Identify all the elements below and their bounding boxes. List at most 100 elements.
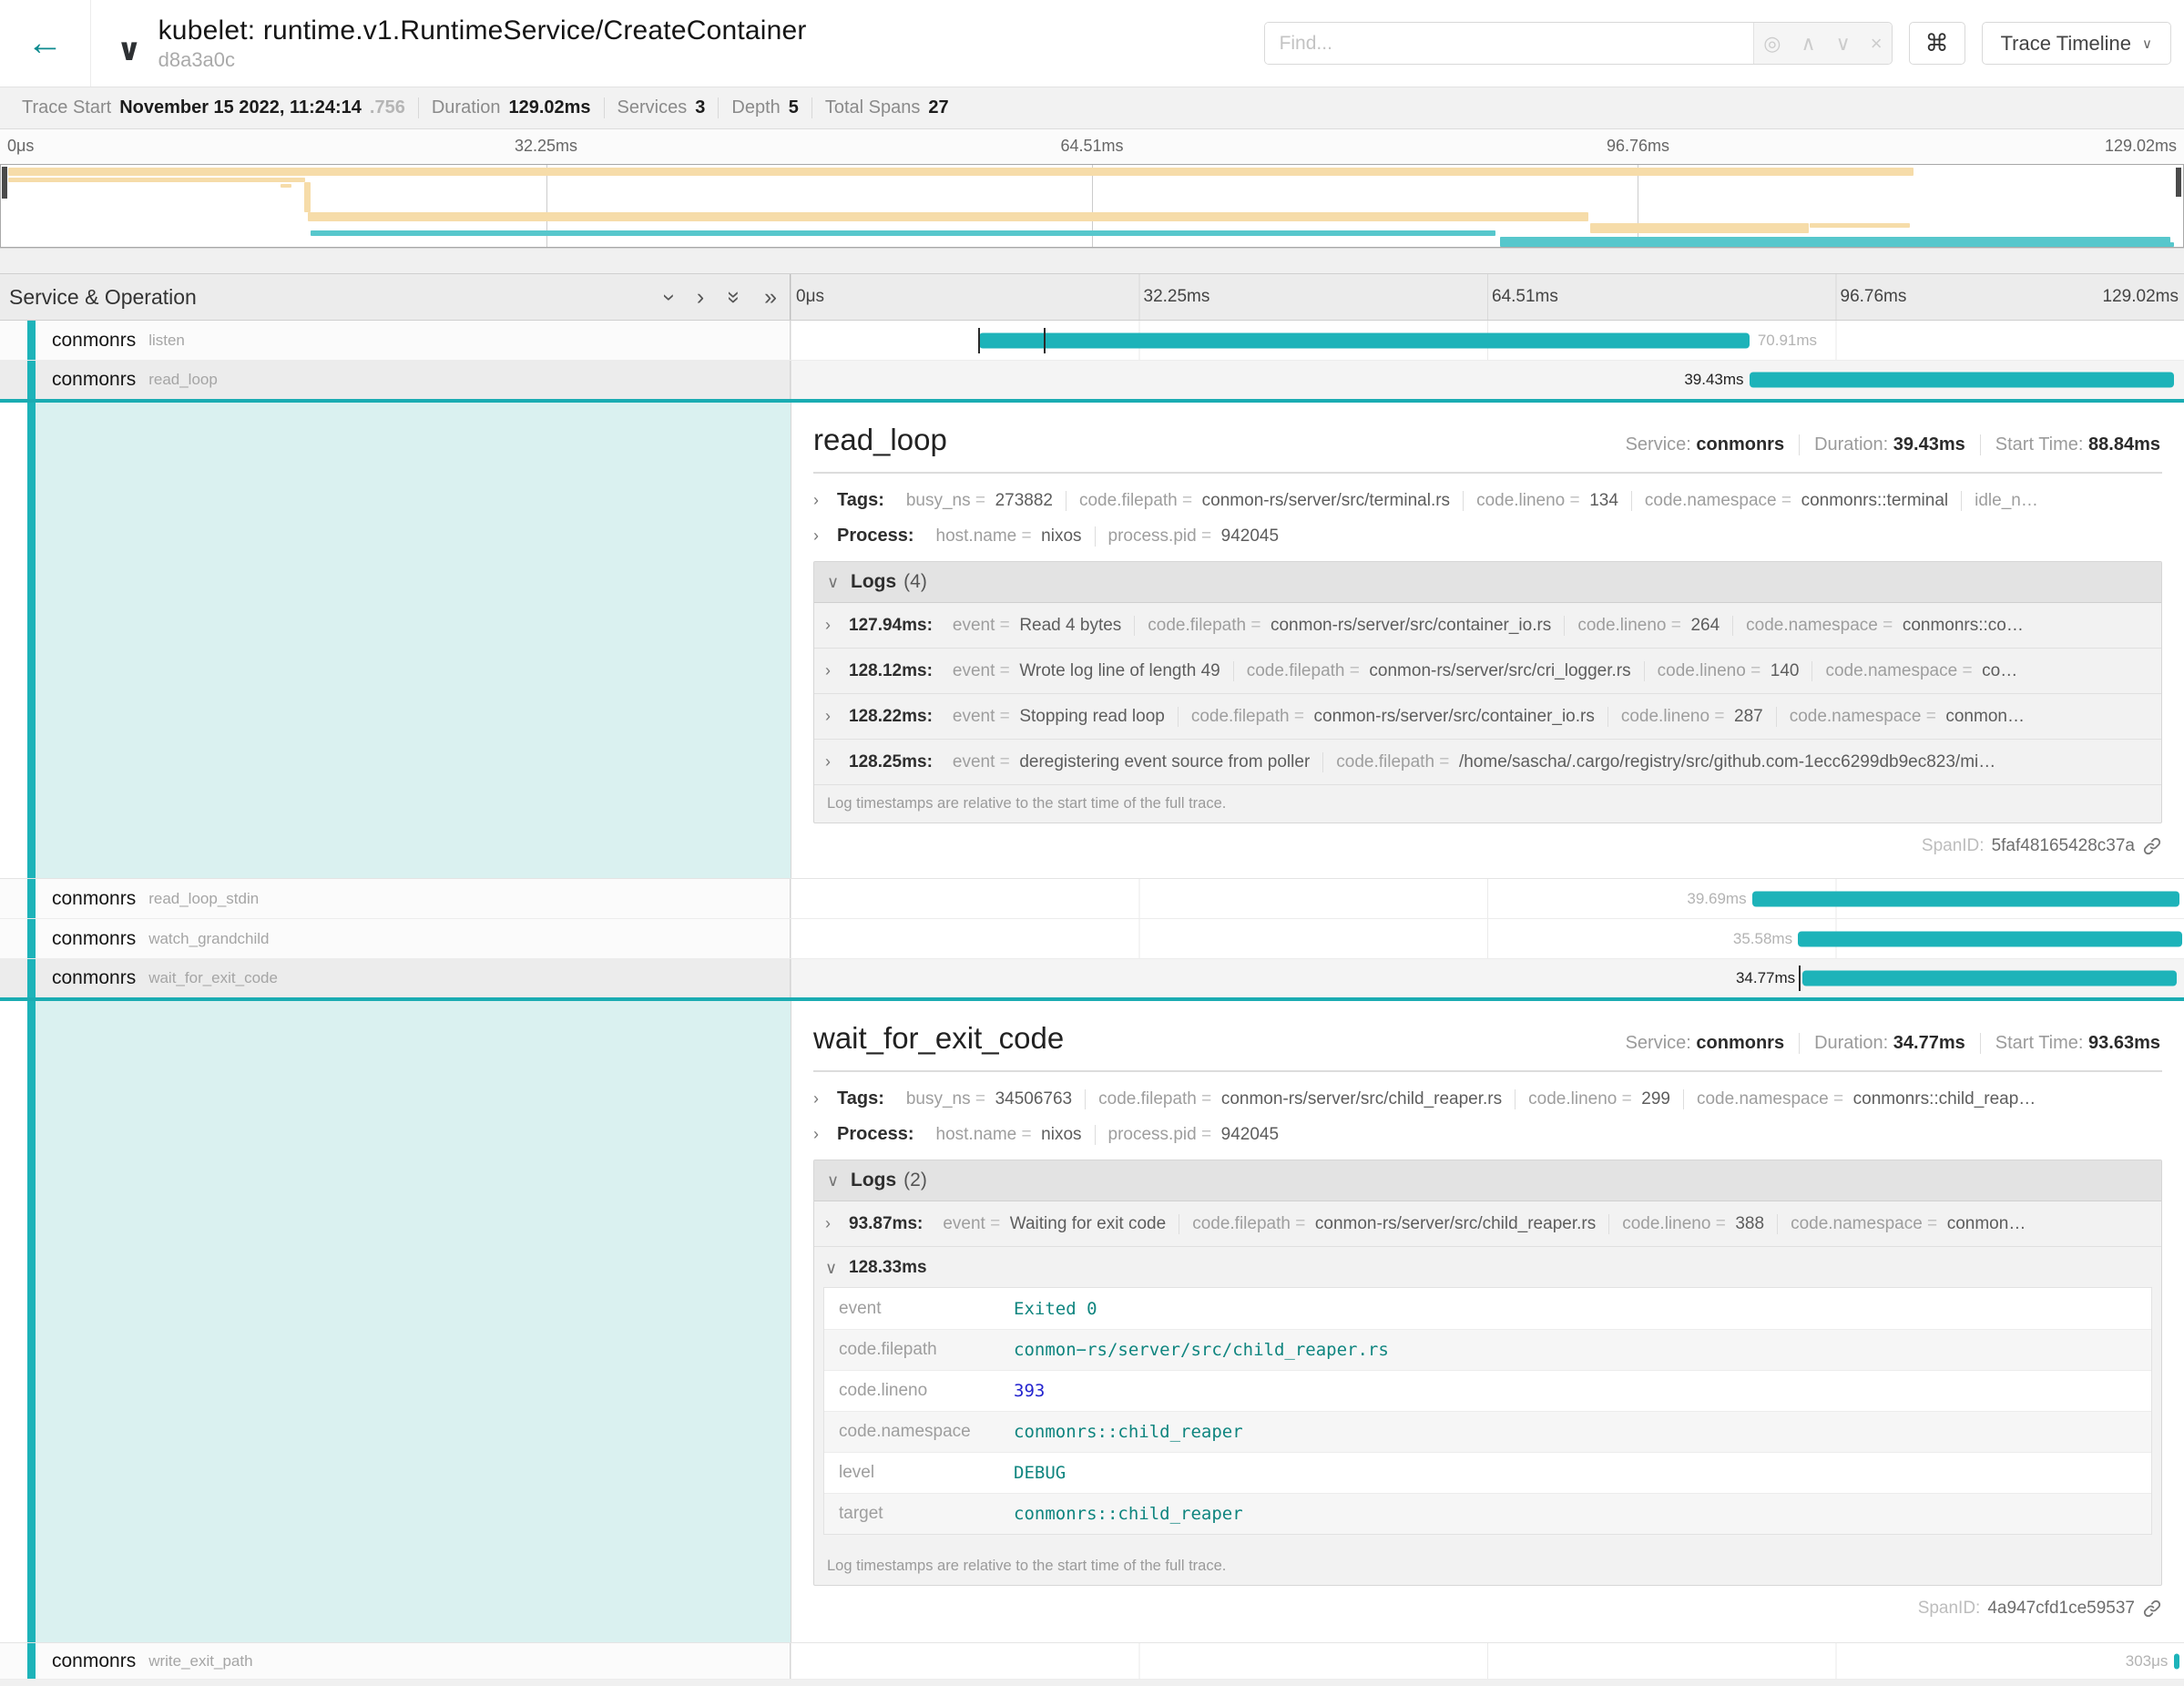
process-section[interactable]: › Process: host.namenixos process.pid942…: [813, 518, 2162, 554]
span-timeline-cell[interactable]: 39.43ms: [791, 361, 2184, 399]
logs-header[interactable]: ∨ Logs (4): [814, 562, 2161, 603]
trace-title-block: kubelet: runtime.v1.RuntimeService/Creat…: [158, 15, 807, 72]
ruler-tick: 32.25ms: [515, 137, 577, 156]
link-icon[interactable]: [2142, 1599, 2162, 1619]
trace-total-spans: Total Spans27: [811, 97, 962, 118]
collapse-all-icon[interactable]: »: [721, 291, 748, 303]
span-detail-left-fill: [27, 1001, 791, 1642]
chevron-right-icon: ›: [813, 1125, 837, 1144]
span-service-name: conmonrs: [52, 888, 136, 910]
span-color-indicator: [27, 361, 36, 399]
find-clear-icon[interactable]: ×: [1871, 32, 1883, 56]
trace-start: Trace StartNovember 15 2022, 11:24:14.75…: [9, 97, 418, 118]
span-timeline-cell[interactable]: 34.77ms: [791, 959, 2184, 997]
keyboard-shortcuts-button[interactable]: ⌘: [1909, 22, 1965, 65]
table-row: code.lineno 393: [824, 1370, 2151, 1411]
span-row-listen[interactable]: conmonrs listen 70.91ms: [0, 321, 2184, 361]
log-fields-table: event Exited 0 code.filepath conmon−rs/s…: [823, 1287, 2152, 1535]
tags-section[interactable]: › Tags: busy_ns34506763 code.filepathcon…: [813, 1081, 2162, 1117]
minimap-span-bar: [308, 212, 1588, 221]
back-button[interactable]: ←: [0, 0, 91, 87]
span-row-read-loop[interactable]: conmonrs read_loop 39.43ms: [0, 361, 2184, 401]
span-name-cell[interactable]: conmonrs write_exit_path: [0, 1643, 791, 1679]
log-pair: eventderegistering event source from pol…: [940, 752, 1322, 772]
chevron-right-icon: ›: [813, 491, 837, 510]
span-row-write-exit-path[interactable]: conmonrs write_exit_path 303μs: [0, 1643, 2184, 1680]
log-pair: code.lineno140: [1644, 661, 1812, 681]
span-operation-name: read_loop: [148, 371, 218, 389]
minimap-span-bar: [1575, 242, 2175, 247]
span-id-row: SpanID: 5faf48165428c37a: [813, 836, 2162, 856]
log-entry[interactable]: › 93.87ms: eventWaiting for exit code co…: [814, 1201, 2161, 1247]
log-note: Log timestamps are relative to the start…: [814, 1548, 2161, 1585]
chevron-right-icon: ›: [813, 1089, 837, 1109]
span-row-watch-grandchild[interactable]: conmonrs watch_grandchild 35.58ms: [0, 919, 2184, 959]
chevron-right-icon: ›: [825, 661, 849, 680]
span-duration-bar[interactable]: [1798, 931, 2182, 946]
span-color-indicator: [27, 919, 36, 958]
minimap-span-bar: [304, 182, 311, 212]
minimap-span-bar: [1810, 223, 1910, 228]
find-prev-icon[interactable]: ∧: [1801, 32, 1815, 56]
process-section[interactable]: › Process: host.namenixos process.pid942…: [813, 1117, 2162, 1152]
trace-minimap[interactable]: [0, 164, 2184, 248]
span-timeline-cell[interactable]: 39.69ms: [791, 879, 2184, 918]
span-timeline-cell[interactable]: 303μs: [791, 1643, 2184, 1679]
span-name-cell[interactable]: conmonrs watch_grandchild: [0, 919, 791, 958]
page-title: kubelet: runtime.v1.RuntimeService/Creat…: [158, 15, 807, 46]
expand-all-icon[interactable]: »: [764, 284, 777, 311]
view-selector-dropdown[interactable]: Trace Timeline ∨: [1982, 22, 2171, 65]
log-pair: code.filepathconmon-rs/server/src/child_…: [1179, 1214, 1608, 1234]
span-duration-label: 39.69ms: [1687, 890, 1746, 908]
command-icon: ⌘: [1925, 29, 1949, 57]
span-duration-bar[interactable]: [979, 332, 1750, 348]
span-operation-name: read_loop_stdin: [148, 890, 259, 908]
find-input[interactable]: [1265, 23, 1754, 64]
span-operation-name: listen: [148, 332, 185, 350]
span-operation-name: write_exit_path: [148, 1652, 252, 1671]
service-operation-header: Service & Operation › › » »: [0, 274, 791, 320]
log-pair: code.filepathconmon-rs/server/src/contai…: [1178, 707, 1607, 727]
minimap-drag-handle-right[interactable]: [2176, 168, 2181, 197]
collapse-trace-icon[interactable]: ∨: [117, 32, 142, 68]
span-detail-wait-for-exit-code: wait_for_exit_code Service: conmonrs Dur…: [0, 999, 2184, 1643]
trace-depth: Depth5: [718, 97, 811, 118]
timeline-ticks-header: 0μs 32.25ms 64.51ms 96.76ms 129.02ms: [791, 274, 2184, 320]
log-entry[interactable]: › 127.94ms: eventRead 4 bytes code.filep…: [814, 603, 2161, 649]
span-color-indicator: [27, 959, 36, 997]
logs-box: ∨ Logs (4) › 127.94ms: eventRead 4 bytes…: [813, 561, 2162, 823]
span-name-cell[interactable]: conmonrs wait_for_exit_code: [0, 959, 791, 997]
span-timeline-cell[interactable]: 70.91ms: [791, 321, 2184, 360]
tag-pair: idle_n…: [1961, 491, 2051, 511]
logs-header[interactable]: ∨ Logs (2): [814, 1160, 2161, 1201]
span-name-cell[interactable]: conmonrs read_loop_stdin: [0, 879, 791, 918]
span-name-cell[interactable]: conmonrs read_loop: [0, 361, 791, 399]
collapse-one-icon[interactable]: ›: [656, 293, 682, 301]
span-detail-title: wait_for_exit_code: [813, 1021, 1064, 1056]
log-entry[interactable]: › 128.22ms: eventStopping read loop code…: [814, 694, 2161, 740]
top-bar: ← ∨ kubelet: runtime.v1.RuntimeService/C…: [0, 0, 2184, 87]
span-row-wait-for-exit-code[interactable]: conmonrs wait_for_exit_code 34.77ms: [0, 959, 2184, 999]
back-arrow-icon: ←: [27, 23, 64, 64]
link-icon[interactable]: [2142, 836, 2162, 856]
find-next-icon[interactable]: ∨: [1836, 32, 1851, 56]
span-duration-bar[interactable]: [1750, 373, 2175, 388]
minimap-drag-handle-left[interactable]: [2, 167, 7, 199]
span-duration-bar[interactable]: [1752, 891, 2180, 906]
span-operation-name: watch_grandchild: [148, 930, 269, 948]
span-duration-bar[interactable]: [2174, 1653, 2180, 1669]
log-entry[interactable]: › 128.25ms: eventderegistering event sou…: [814, 740, 2161, 785]
span-row-read-loop-stdin[interactable]: conmonrs read_loop_stdin 39.69ms: [0, 879, 2184, 919]
log-entry[interactable]: › 128.12ms: eventWrote log line of lengt…: [814, 649, 2161, 694]
tags-section[interactable]: › Tags: busy_ns273882 code.filepathconmo…: [813, 483, 2162, 518]
span-duration-label: 34.77ms: [1736, 969, 1795, 987]
chevron-down-icon: ∨: [827, 573, 851, 592]
locate-icon[interactable]: ◎: [1763, 32, 1781, 56]
log-entry-expanded-header[interactable]: ∨ 128.33ms: [814, 1247, 2161, 1282]
span-self-time-tick: [978, 328, 980, 353]
span-timeline-cell[interactable]: 35.58ms: [791, 919, 2184, 958]
log-pair: code.namespaceconmonrs::co…: [1732, 616, 2036, 636]
span-name-cell[interactable]: conmonrs listen: [0, 321, 791, 360]
span-duration-bar[interactable]: [1802, 971, 2178, 986]
expand-one-icon[interactable]: ›: [697, 284, 704, 311]
